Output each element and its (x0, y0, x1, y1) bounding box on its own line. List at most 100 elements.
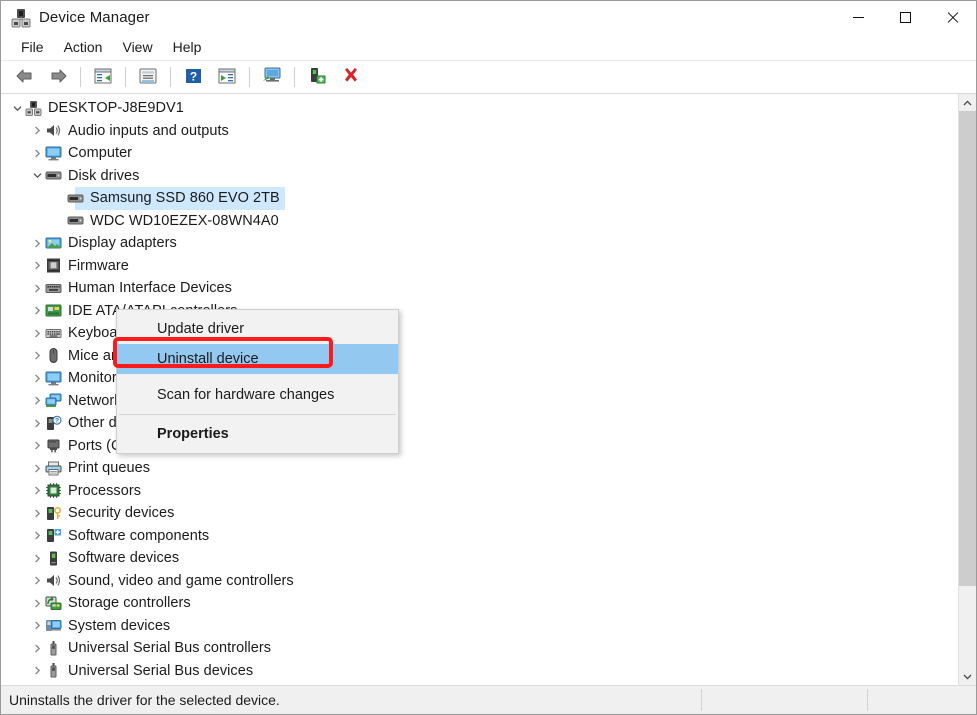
maximize-icon (900, 12, 911, 23)
menu-help[interactable]: Help (163, 36, 212, 58)
toolbar-separator (249, 67, 250, 87)
chevron-down-icon (963, 674, 972, 680)
tree-item-label: Security devices (68, 505, 175, 522)
tree-item-display-adapters[interactable]: Display adapters (1, 232, 958, 255)
back-button[interactable] (9, 64, 39, 90)
context-menu-item-scan-for-hardware-changes[interactable]: Scan for hardware changes (117, 380, 398, 410)
tree-item-label: Disk drives (68, 167, 140, 184)
add-legacy-hardware-button[interactable] (302, 64, 332, 90)
menu-file[interactable]: File (11, 36, 54, 58)
tree-item-wdc-wd10ezex-08wn4a0[interactable]: WDC WD10EZEX-08WN4A0 (1, 210, 958, 233)
tree-item-content: Print queues (1, 457, 150, 479)
chevron-right-icon[interactable] (29, 120, 45, 142)
tree-item-security-devices[interactable]: Security devices (1, 502, 958, 525)
vertical-scrollbar[interactable] (958, 94, 976, 685)
help-button[interactable]: ? (178, 64, 208, 90)
tree-item-software-devices[interactable]: Software devices (1, 547, 958, 570)
close-button[interactable] (929, 1, 976, 34)
uninstall-device-button[interactable] (336, 64, 366, 90)
disk-drive-icon (45, 167, 62, 184)
context-menu[interactable]: Update driver Uninstall device Scan for ha… (116, 309, 399, 454)
tree-item-system-devices[interactable]: System devices (1, 615, 958, 638)
chevron-right-icon[interactable] (29, 300, 45, 322)
tree-item-samsung-ssd-860-evo-2tb[interactable]: Samsung SSD 860 EVO 2TB (1, 187, 958, 210)
tree-item-label: WDC WD10EZEX-08WN4A0 (90, 212, 279, 229)
context-menu-item-label: Scan for hardware changes (157, 387, 335, 403)
uninstall-device-icon (342, 67, 360, 87)
help-icon: ? (185, 68, 202, 87)
chevron-right-icon[interactable] (29, 142, 45, 164)
chevron-right-icon[interactable] (29, 255, 45, 277)
chevron-right-icon[interactable] (29, 615, 45, 637)
chevron-right-icon[interactable] (29, 525, 45, 547)
tree-item-label: Print queues (68, 460, 151, 477)
tree-item-storage-controllers[interactable]: Storage controllers (1, 592, 958, 615)
update-driver-button[interactable] (212, 64, 242, 90)
menu-action[interactable]: Action (54, 36, 113, 58)
chevron-right-icon[interactable] (29, 232, 45, 254)
tree-item-audio-inputs-and-outputs[interactable]: Audio inputs and outputs (1, 120, 958, 143)
scrollbar-track[interactable] (959, 111, 976, 668)
properties-button[interactable] (133, 64, 163, 90)
tree-item-universal-serial-bus-controllers[interactable]: Universal Serial Bus controllers (1, 637, 958, 660)
tree-item-computer[interactable]: Computer (1, 142, 958, 165)
update-driver-icon (218, 68, 236, 87)
tree-item-disk-drives[interactable]: Disk drives (1, 165, 958, 188)
chevron-right-icon[interactable] (29, 570, 45, 592)
chevron-right-icon[interactable] (29, 592, 45, 614)
tree-item-label: Display adapters (68, 235, 177, 252)
tree-item-print-queues[interactable]: Print queues (1, 457, 958, 480)
usb-icon (45, 640, 62, 657)
chevron-right-icon[interactable] (29, 480, 45, 502)
tree-item-content: Audio inputs and outputs (1, 120, 229, 142)
show-hide-console-tree-button[interactable] (88, 64, 118, 90)
tree-item-universal-serial-bus-devices[interactable]: Universal Serial Bus devices (1, 660, 958, 683)
back-icon (15, 68, 34, 87)
chevron-right-icon[interactable] (29, 412, 45, 434)
chevron-right-icon[interactable] (29, 277, 45, 299)
hid-icon (45, 280, 62, 297)
tree-no-twisty (51, 210, 67, 232)
svg-text:?: ? (189, 69, 196, 83)
tree-item-software-components[interactable]: Software components (1, 525, 958, 548)
tree-item-sound-video-and-game-controllers[interactable]: Sound, video and game controllers (1, 570, 958, 593)
speaker-icon (45, 572, 62, 589)
minimize-button[interactable] (835, 1, 882, 34)
chevron-right-icon[interactable] (29, 390, 45, 412)
tree-item-content: Sound, video and game controllers (1, 570, 294, 592)
chevron-right-icon[interactable] (29, 345, 45, 367)
chevron-down-icon[interactable] (29, 165, 45, 187)
scrollbar-up-button[interactable] (959, 94, 976, 111)
menu-view[interactable]: View (112, 36, 162, 58)
tree-item-processors[interactable]: Processors (1, 480, 958, 503)
chevron-right-icon[interactable] (29, 502, 45, 524)
tree-item-firmware[interactable]: Firmware (1, 255, 958, 278)
monitor-icon (45, 370, 62, 387)
scrollbar-thumb[interactable] (959, 111, 976, 586)
chevron-right-icon[interactable] (29, 435, 45, 457)
tree-item-content: Human Interface Devices (1, 277, 232, 299)
tree-item-label: DESKTOP-J8E9DV1 (48, 100, 184, 117)
system-device-icon (45, 617, 62, 634)
chevron-down-icon[interactable] (9, 97, 25, 119)
chevron-right-icon[interactable] (29, 367, 45, 389)
chevron-right-icon[interactable] (29, 660, 45, 682)
tree-item-label: Universal Serial Bus controllers (68, 640, 272, 657)
context-menu-item-update-driver[interactable]: Update driver (117, 314, 398, 344)
forward-button[interactable] (43, 64, 73, 90)
scan-for-hardware-changes-button[interactable] (257, 64, 287, 90)
context-menu-item-properties[interactable]: Properties (117, 419, 398, 449)
disk-drive-icon (67, 190, 84, 207)
context-menu-item-uninstall-device[interactable]: Uninstall device (117, 344, 398, 374)
scrollbar-down-button[interactable] (959, 668, 976, 685)
chevron-right-icon[interactable] (29, 322, 45, 344)
storage-controller-icon (45, 595, 62, 612)
tree-item-human-interface-devices[interactable]: Human Interface Devices (1, 277, 958, 300)
tree-item-desktop-j8e9dv1[interactable]: DESKTOP-J8E9DV1 (1, 97, 958, 120)
forward-icon (49, 68, 68, 87)
maximize-button[interactable] (882, 1, 929, 34)
printer-icon (45, 460, 62, 477)
chevron-right-icon[interactable] (29, 457, 45, 479)
chevron-right-icon[interactable] (29, 637, 45, 659)
chevron-right-icon[interactable] (29, 547, 45, 569)
